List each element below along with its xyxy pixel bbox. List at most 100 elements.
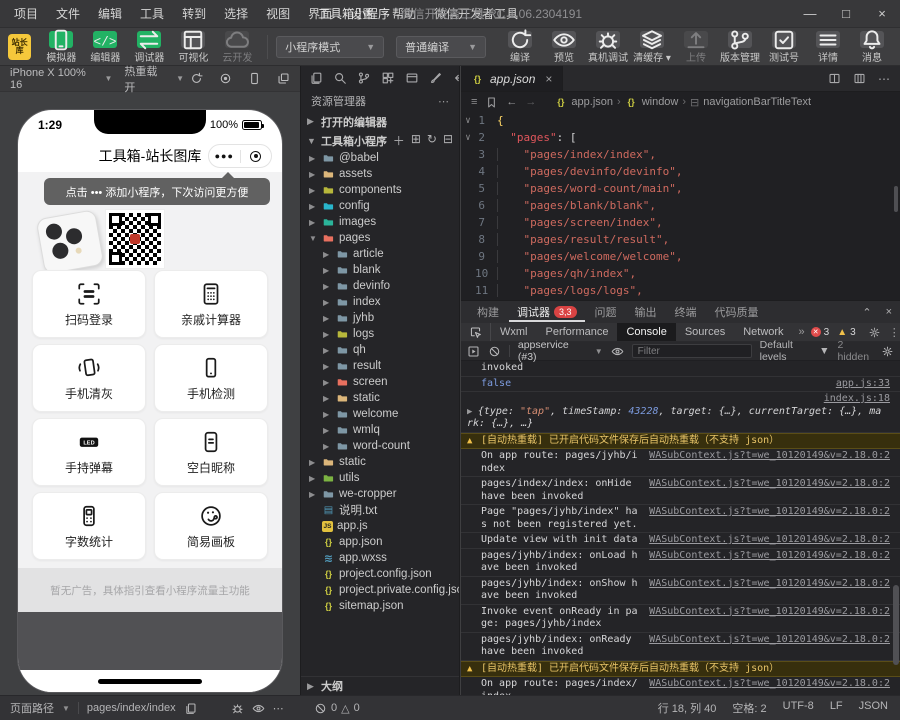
source-link[interactable]: WASubContext.js?t=we_10120149&v=2.18.0:2 <box>649 578 890 591</box>
tree-folder-item[interactable]: ▶ wmlq <box>301 422 459 438</box>
devtools-tab-sources[interactable]: Sources <box>676 323 734 341</box>
tree-file-item[interactable]: ▤ 说明.txt <box>301 502 459 518</box>
expand-arrow-icon[interactable]: ▶ <box>467 407 478 417</box>
outline-list-icon[interactable]: ≡ <box>471 96 477 108</box>
menu-item[interactable]: 帮助 <box>384 2 424 25</box>
blank-name-card[interactable]: 空白昵称 <box>154 418 268 486</box>
more-actions-icon[interactable]: ⋯ <box>273 702 284 715</box>
panel-tab-终端[interactable]: 终端 <box>667 302 705 322</box>
log-levels-select[interactable]: Default levels ▼ <box>760 339 830 363</box>
more-tabs-icon[interactable]: » <box>793 326 811 338</box>
panel-tab-构建[interactable]: 构建 <box>469 302 507 322</box>
close-tab-icon[interactable]: × <box>545 72 552 86</box>
split-editor-icon[interactable] <box>828 72 841 85</box>
tree-file-item[interactable]: JS app.js <box>301 518 459 534</box>
source-link[interactable]: app.js:33 <box>836 378 890 391</box>
tree-folder-item[interactable]: ▶ devinfo <box>301 278 459 294</box>
new-file-icon[interactable]: ＋ <box>393 132 405 149</box>
menu-item[interactable]: 视图 <box>258 2 298 25</box>
window-icon[interactable] <box>405 71 419 85</box>
more-menu-button[interactable]: ●●● <box>209 151 240 161</box>
editor-scrollbar[interactable] <box>894 186 898 212</box>
tree-folder-item[interactable]: ▶ word-count <box>301 438 459 454</box>
more-actions-icon[interactable]: ⋯ <box>878 72 890 86</box>
project-section[interactable]: ▼ 工具箱小程序 ＋ ⊞ ↻ ⊟ <box>301 131 459 150</box>
details-button[interactable]: 详情 <box>806 29 850 64</box>
compile-button[interactable]: 编译 <box>498 28 542 64</box>
inspect-element-icon[interactable] <box>461 323 491 341</box>
tree-folder-item[interactable]: ▶ @babel <box>301 150 459 166</box>
code-area[interactable]: ∨ 1{∨ 2 "pages": [3 "pages/index/index", 4 … <box>461 112 900 300</box>
source-link[interactable]: WASubContext.js?t=we_10120149&v=2.18.0:2 <box>649 550 890 563</box>
phone-vibrate-card[interactable]: 手机清灰 <box>32 344 146 412</box>
gear-icon[interactable] <box>868 326 881 339</box>
debugger-button[interactable]: 调试器 <box>127 29 171 64</box>
visual-button[interactable]: 可视化 <box>171 29 215 64</box>
editor-button[interactable]: </> 编辑器 <box>83 29 127 64</box>
tab-app-json[interactable]: {} app.json × <box>461 66 564 91</box>
tree-folder-item[interactable]: ▶ config <box>301 198 459 214</box>
tree-file-item[interactable]: {} project.private.config.json <box>301 582 459 598</box>
menu-item[interactable]: 转到 <box>174 2 214 25</box>
minimize-button[interactable]: — <box>792 0 828 28</box>
record-icon[interactable] <box>219 72 232 85</box>
tree-file-item[interactable]: {} project.config.json <box>301 566 459 582</box>
status-item[interactable]: LF <box>830 700 843 716</box>
tree-folder-item[interactable]: ▶ images <box>301 214 459 230</box>
hot-reload-toggle[interactable]: 热重载 开 <box>124 63 170 95</box>
refresh-tree-icon[interactable]: ↻ <box>427 132 437 149</box>
error-count[interactable]: ✕ 3 <box>810 327 829 338</box>
tree-folder-item[interactable]: ▶ utils <box>301 470 459 486</box>
extensions-icon[interactable] <box>381 71 395 85</box>
source-link[interactable]: WASubContext.js?t=we_10120149&v=2.18.0:2 <box>649 478 890 491</box>
close-button[interactable]: × <box>864 0 900 28</box>
word-count-card[interactable]: 字数统计 <box>32 492 146 560</box>
menu-item[interactable]: 编辑 <box>90 2 130 25</box>
outline-section[interactable]: ▶ 大纲 <box>301 676 459 695</box>
tree-folder-item[interactable]: ▶ static <box>301 390 459 406</box>
files-icon[interactable] <box>309 71 323 85</box>
exit-button[interactable] <box>241 150 272 162</box>
device-frame-icon[interactable] <box>248 72 261 85</box>
tree-folder-item[interactable]: ▶ assets <box>301 166 459 182</box>
source-link[interactable]: WASubContext.js?t=we_10120149&v=2.18.0:2 <box>649 634 890 647</box>
tree-folder-item[interactable]: ▶ blank <box>301 262 459 278</box>
source-link[interactable]: WASubContext.js?t=we_10120149&v=2.18.0:2 <box>649 450 890 463</box>
tree-folder-item[interactable]: ▼ pages <box>301 230 459 246</box>
nav-back-icon[interactable]: ← <box>506 96 517 108</box>
calculator-card[interactable]: 亲戚计算器 <box>154 270 268 338</box>
new-folder-icon[interactable]: ⊞ <box>411 132 421 149</box>
palette-card[interactable]: 简易画板 <box>154 492 268 560</box>
bug-icon[interactable] <box>231 702 244 715</box>
tree-file-item[interactable]: {} sitemap.json <box>301 598 459 614</box>
context-select[interactable]: appservice (#3) ▼ <box>518 339 603 363</box>
brush-icon[interactable] <box>429 71 443 85</box>
menu-item[interactable]: 界面 <box>300 2 340 25</box>
breadcrumb-item[interactable]: navigationBarTitleText <box>703 96 811 108</box>
compile-select[interactable]: 普通编译 ▼ <box>396 35 487 58</box>
search-icon[interactable] <box>333 71 347 85</box>
simulator-button[interactable]: 模拟器 <box>39 29 83 64</box>
tree-folder-item[interactable]: ▶ components <box>301 182 459 198</box>
panel-tab-代码质量[interactable]: 代码质量 <box>707 302 767 322</box>
devtools-tab-console[interactable]: Console <box>617 323 676 341</box>
collapse-panel-icon[interactable]: ⌃ <box>862 306 871 319</box>
source-link[interactable]: WASubContext.js?t=we_10120149&v=2.18.0:2 <box>649 606 890 619</box>
tree-folder-item[interactable]: ▶ welcome <box>301 406 459 422</box>
console-sidebar-icon[interactable] <box>467 345 480 358</box>
clear-console-icon[interactable] <box>488 345 501 358</box>
layout-columns-icon[interactable] <box>853 72 866 85</box>
user-avatar[interactable]: 站长库 <box>8 33 32 60</box>
panel-tab-调试器[interactable]: 调试器 3,3 <box>509 302 585 322</box>
tree-folder-item[interactable]: ▶ qh <box>301 342 459 358</box>
tree-folder-item[interactable]: ▶ article <box>301 246 459 262</box>
menu-item[interactable]: 项目 <box>6 2 46 25</box>
preview-button[interactable]: 预览 <box>542 29 586 64</box>
collapse-sidebar-icon[interactable] <box>453 71 459 85</box>
warning-count[interactable]: ▲ 3 <box>837 327 855 338</box>
menu-item[interactable]: 微信开发者工具 <box>426 2 526 25</box>
status-item[interactable]: JSON <box>859 700 888 716</box>
menu-item[interactable]: 设置 <box>342 2 382 25</box>
version-button[interactable]: 版本管理 <box>718 29 762 64</box>
led-card[interactable]: LED 手持弹幕 <box>32 418 146 486</box>
